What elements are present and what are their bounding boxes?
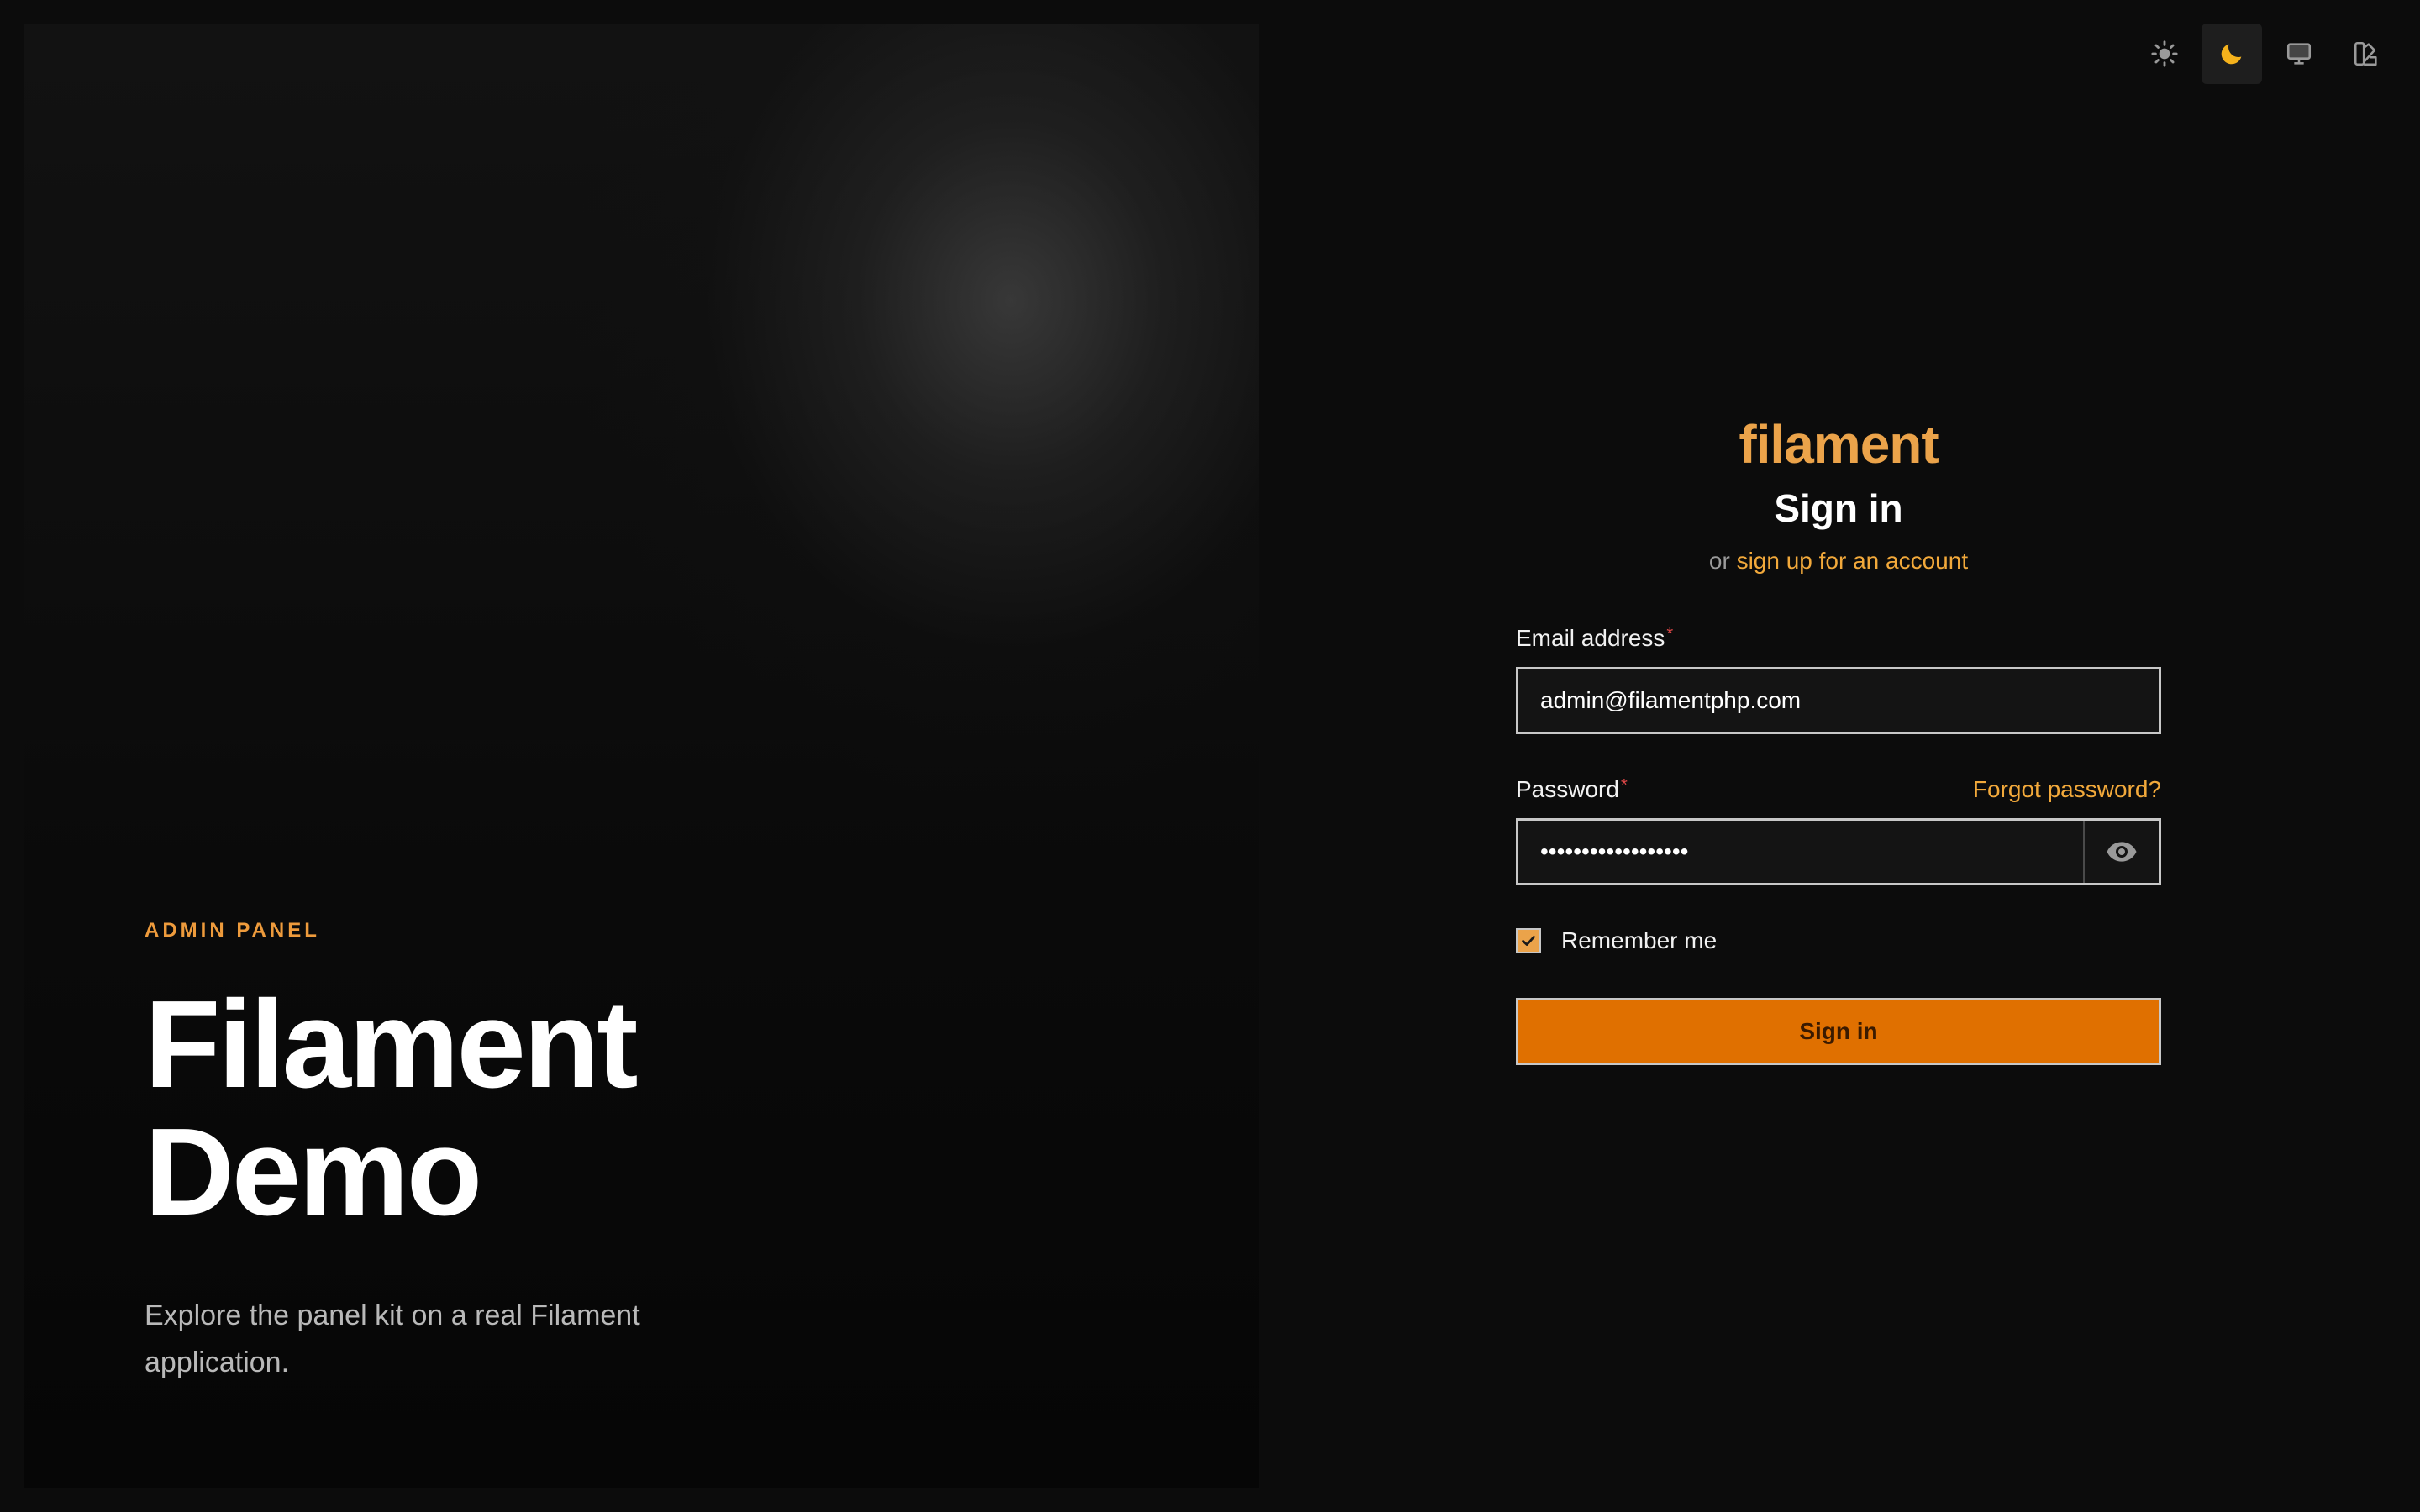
page-title: Sign in (1774, 486, 1903, 530)
theme-system-button[interactable] (2269, 24, 2329, 84)
signup-prefix: or (1708, 548, 1730, 574)
required-mark: * (1620, 776, 1628, 795)
hero-panel: ADMIN PANEL Filament Demo Explore the pa… (24, 24, 1259, 1488)
email-group: Email address * (1516, 625, 2161, 734)
hero-description: Explore the panel kit on a real Filament… (145, 1299, 640, 1378)
hero-title: Filament Demo (145, 975, 639, 1242)
email-label: Email address * (1516, 625, 1674, 651)
signup-prompt: or sign up for an account (1516, 548, 2161, 575)
required-mark: * (1666, 625, 1674, 643)
remember-me-row: Remember me (1516, 927, 2161, 954)
sign-in-form: filament Sign in or sign up for an accou… (1516, 412, 2161, 1065)
forgot-password-link[interactable]: Forgot password? (1973, 776, 2161, 803)
toggle-password-visibility-button[interactable] (2083, 821, 2159, 883)
filament-logo: filament (1739, 414, 1939, 475)
theme-light-button[interactable] (2134, 24, 2195, 84)
sign-in-button[interactable]: Sign in (1516, 998, 2161, 1065)
sun-icon (2151, 40, 2178, 67)
remember-me-label: Remember me (1561, 927, 1718, 953)
theme-switcher (2134, 24, 2396, 84)
theme-custom-button[interactable] (2336, 24, 2396, 84)
email-field[interactable] (1518, 669, 2159, 732)
eye-icon (2107, 842, 2137, 862)
email-input-wrapper (1516, 667, 2161, 734)
remember-me-checkbox[interactable] (1516, 928, 1541, 953)
check-icon (1522, 936, 1535, 946)
password-label: Password * (1516, 776, 1628, 802)
password-input-wrapper (1516, 818, 2161, 885)
theme-dark-button[interactable] (2202, 24, 2262, 84)
password-group: Password * Forgot password? (1516, 776, 2161, 885)
signup-link[interactable]: sign up for an account (1737, 548, 1969, 574)
password-field[interactable] (1518, 821, 2083, 883)
swatch-icon (2354, 41, 2377, 66)
email-label-row: Email address * (1516, 625, 2161, 652)
monitor-icon (2286, 43, 2312, 65)
moon-icon (2221, 44, 2242, 65)
hero-eyebrow: ADMIN PANEL (145, 919, 320, 942)
password-label-row: Password * Forgot password? (1516, 776, 2161, 803)
